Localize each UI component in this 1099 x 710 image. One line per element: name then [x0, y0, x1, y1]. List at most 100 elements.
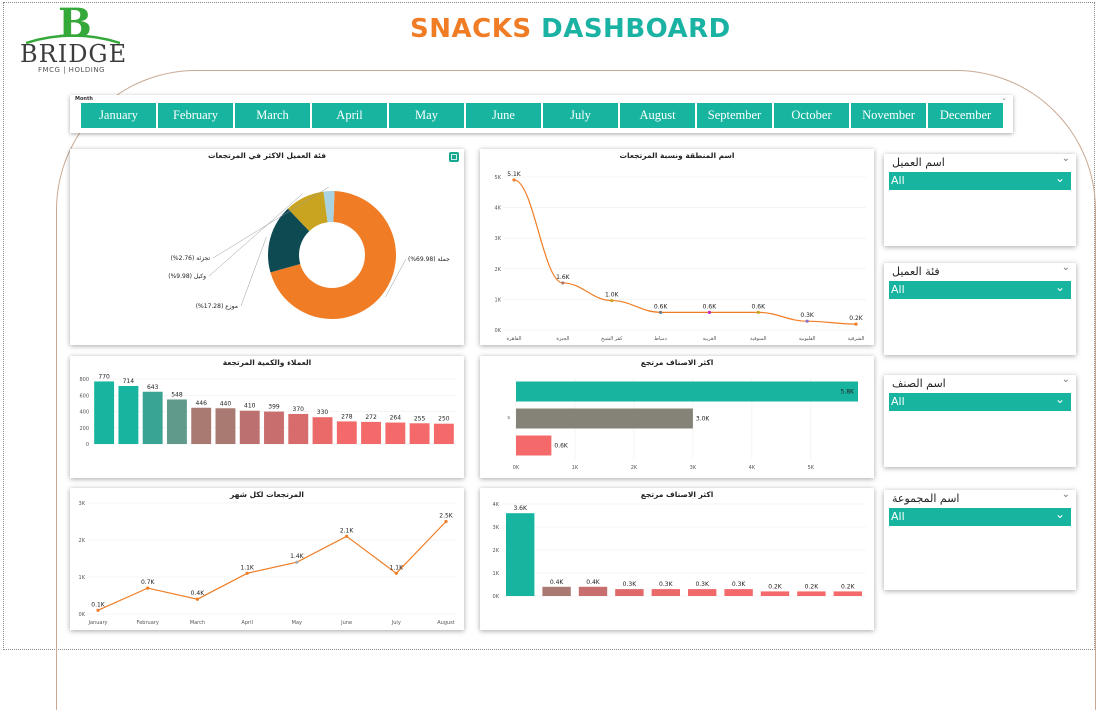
logo-name: BRIDGE — [20, 40, 128, 68]
data-label: 5.1K — [507, 171, 522, 178]
month-button-june[interactable]: June — [466, 103, 541, 128]
y-tick-label: 1K — [493, 571, 500, 577]
y-tick-label: 0K — [495, 328, 502, 334]
data-label: 0.3K — [800, 312, 815, 319]
bar-value-label: 3.6K — [513, 505, 528, 512]
bar — [688, 589, 717, 596]
bridge-logo: B BRIDGE FMCG | HOLDING — [18, 4, 128, 75]
x-tick-label: 5K — [808, 465, 815, 471]
region-returns-line-card: اسم المنطقة ونسبة المرتجعات 0K 1K 2K 3K 4K 5K… — [480, 149, 874, 345]
month-button-february[interactable]: February — [158, 103, 233, 128]
data-label: 1.1K — [390, 564, 405, 571]
bar-value-label: 370 — [293, 406, 305, 413]
data-label: 2.5K — [439, 513, 454, 520]
slicer-customer-name: اسم العميل ⌄ All ⌄ — [884, 153, 1076, 246]
x-tick-label: 2K — [631, 465, 638, 471]
chevron-down-icon: ⌄ — [1054, 507, 1065, 521]
month-button-march[interactable]: March — [235, 103, 310, 128]
bar — [516, 408, 693, 429]
donut-chart: جملة (69.98%) موزع (17.28%) وكيل (9.98%) تج… — [168, 152, 459, 319]
bar-value-label: 0.3K — [695, 581, 710, 588]
customer-category-dropdown[interactable]: All ⌄ — [889, 280, 1071, 299]
y-tick-label: 600 — [79, 393, 89, 399]
bar-value-label: 643 — [147, 384, 159, 391]
month-button-september[interactable]: September — [697, 103, 772, 128]
chevron-down-icon: ⌄ — [1054, 171, 1065, 185]
x-tick-label: 4K — [749, 465, 756, 471]
bar — [166, 399, 187, 444]
x-tick-label: March — [190, 620, 205, 626]
dropdown-value: All — [891, 174, 905, 187]
data-point — [444, 519, 448, 524]
data-point — [295, 560, 299, 564]
bar-value-label: 548 — [171, 391, 183, 398]
group-name-dropdown[interactable]: All ⌄ — [889, 507, 1071, 526]
monthly-line-chart: 0K 1K 2K 3K 0.1K January 0.7K February 0.4K March… — [79, 501, 456, 626]
month-button-july[interactable]: July — [543, 103, 618, 128]
bar — [94, 381, 115, 444]
month-button-april[interactable]: April — [312, 103, 387, 128]
slice-label: وكيل (9.98%) — [168, 273, 206, 280]
slicer-item-name: اسم الصنف ⌄ All ⌄ — [884, 374, 1076, 467]
customer-name-dropdown[interactable]: All ⌄ — [889, 171, 1071, 190]
bar — [191, 407, 212, 444]
leader-line — [240, 236, 267, 307]
data-label: 1.0K — [605, 292, 620, 299]
chevron-down-icon: ⌄ — [1054, 392, 1065, 406]
bar-value-label: 399 — [268, 404, 280, 411]
data-point — [707, 310, 712, 314]
series-line — [513, 179, 857, 325]
data-point — [344, 534, 349, 538]
x-tick-label: القليوبية — [799, 336, 816, 342]
title-snacks: SNACKS — [410, 14, 532, 44]
x-tick-label: القاهرة — [507, 336, 522, 342]
bar — [336, 421, 357, 444]
slicer-label: اسم العميل — [892, 156, 945, 169]
chevron-down-icon[interactable]: ⌄ — [1062, 489, 1070, 500]
data-point — [756, 310, 760, 314]
bar — [506, 513, 535, 596]
chevron-down-icon[interactable]: ⌄ — [1001, 94, 1007, 102]
data-point — [805, 319, 809, 323]
data-label: 1.6K — [556, 274, 571, 281]
slicer-customer-category: فئة العميل ⌄ All ⌄ — [884, 262, 1076, 355]
bar-value-label: 278 — [341, 413, 353, 420]
item-name-dropdown[interactable]: All ⌄ — [889, 392, 1071, 411]
chevron-down-icon[interactable]: ⌄ — [1062, 153, 1070, 164]
slicer-label: اسم المجموعة — [892, 492, 960, 505]
visual-table-icon — [449, 152, 459, 162]
month-button-august[interactable]: August — [620, 103, 695, 128]
bar-value-label: 440 — [220, 400, 232, 407]
x-tick-label: 1K — [572, 465, 579, 471]
top-items-hbar-card: اكثر الاصناف مرتجع 0K 1K 2K 3K 4K 5K 5.8K 3.0K 0… — [480, 356, 874, 478]
y-tick-label: 3K — [493, 525, 500, 531]
bar-value-label: 250 — [438, 416, 450, 423]
month-button-may[interactable]: May — [389, 103, 464, 128]
region-line-chart: 0K 1K 2K 3K 4K 5K 5.1K القاهرة 1.6K الجيزة 1.0K كفر… — [495, 171, 866, 342]
x-tick-label: الجيزة — [556, 336, 569, 342]
chevron-down-icon[interactable]: ⌄ — [1062, 262, 1070, 273]
bar-value-label: 3.0K — [696, 416, 711, 423]
bar-value-label: 714 — [123, 378, 135, 385]
month-button-november[interactable]: November — [851, 103, 926, 128]
x-tick-label: الغربية — [703, 336, 717, 342]
month-button-october[interactable]: October — [774, 103, 849, 128]
y-tick-label: 1K — [495, 297, 502, 303]
slice-label: تجزئة (2.76%) — [171, 255, 211, 262]
bar-value-label: 5.8K — [841, 389, 856, 396]
data-point — [561, 281, 565, 285]
data-point — [394, 571, 398, 575]
bar — [288, 413, 309, 444]
data-point — [195, 597, 200, 601]
chevron-down-icon[interactable]: ⌄ — [1062, 374, 1070, 385]
data-label: 1.1K — [240, 564, 255, 571]
logo-tagline: FMCG | HOLDING — [38, 66, 105, 74]
data-point — [854, 322, 858, 326]
bar-value-label: 410 — [244, 403, 256, 410]
x-tick-label: دمياط — [654, 336, 667, 342]
month-button-january[interactable]: January — [81, 103, 156, 128]
month-button-december[interactable]: December — [928, 103, 1003, 128]
slice-label: موزع (17.28%) — [196, 303, 238, 310]
slice-label: جملة (69.98%) — [408, 256, 450, 263]
bar — [516, 381, 858, 402]
